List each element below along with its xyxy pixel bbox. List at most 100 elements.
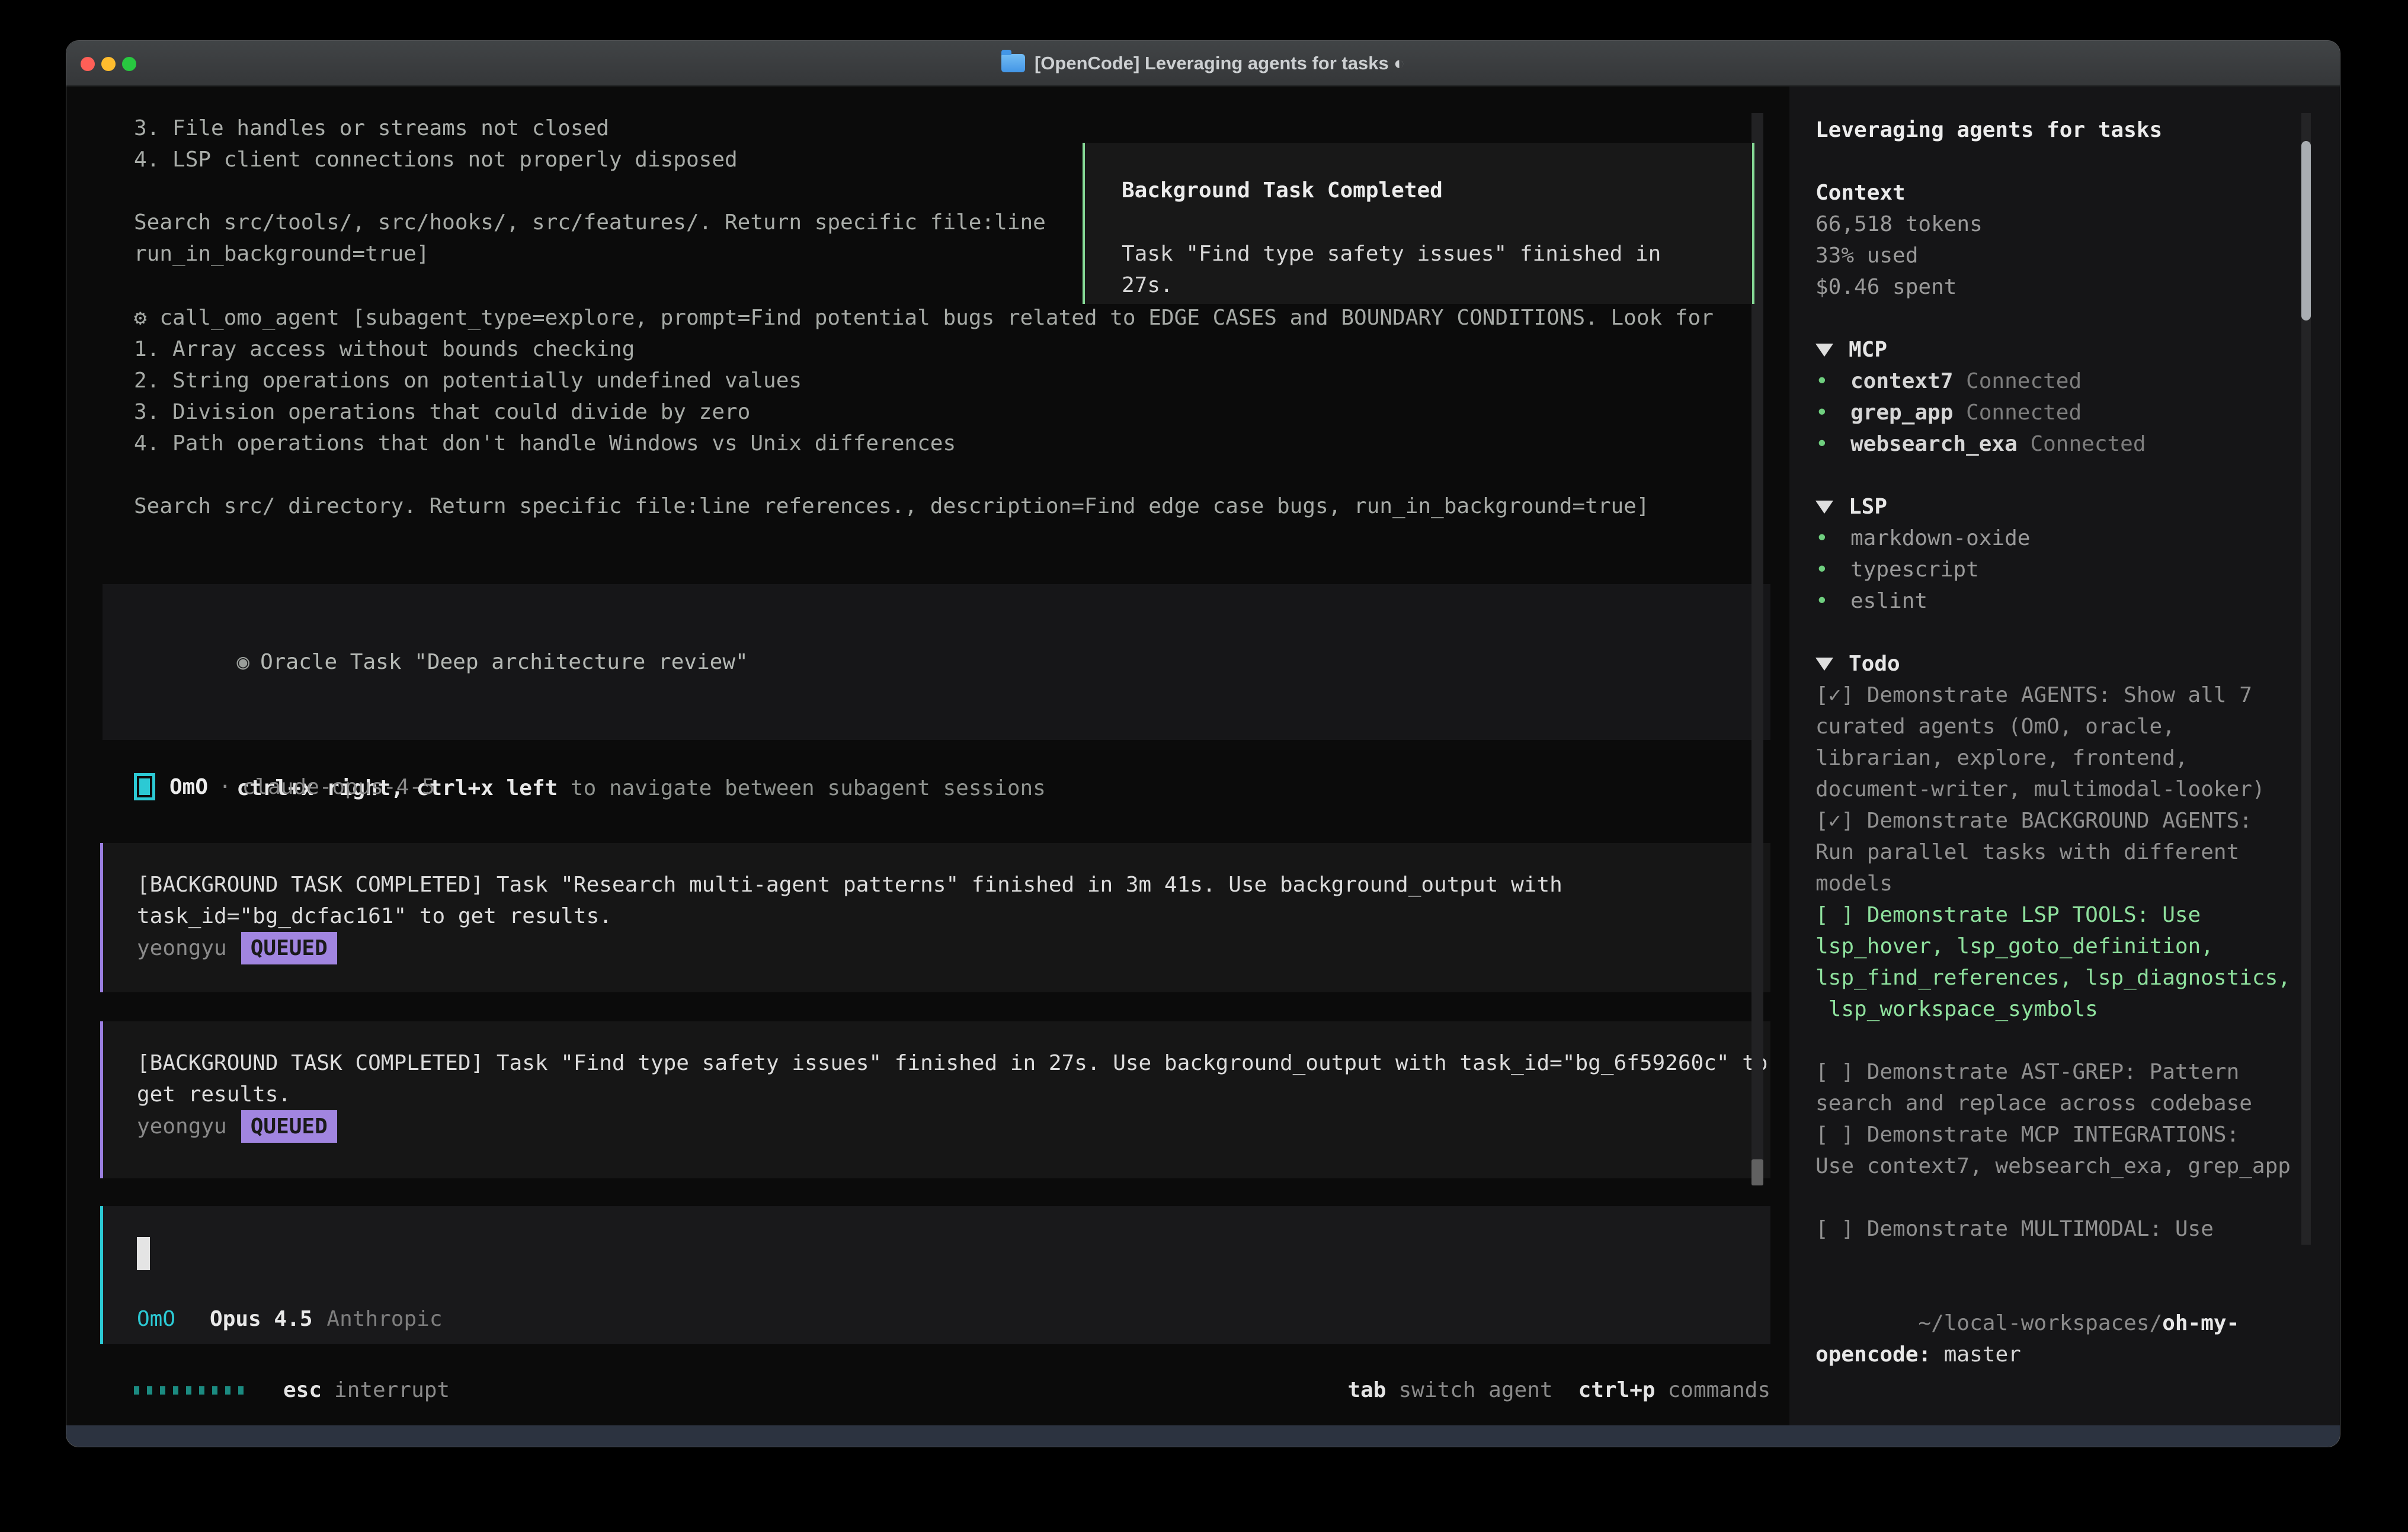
todo-item: [ ] Demonstrate LSP TOOLS: Use lsp_hover… [1815,899,2303,1025]
mcp-section-header: MCP [1815,334,2303,366]
todo-heading: Todo [1849,648,1900,680]
message-user: yeongyu [137,932,227,964]
oracle-task-label: Oracle Task "Deep architecture review" [260,650,748,674]
mcp-name: websearch_exa [1850,432,2018,456]
status-badge: QUEUED [241,932,337,964]
titlebar: [OpenCode] Leveraging agents for tasks ◐ [66,41,2340,86]
status-badge: QUEUED [241,1110,337,1143]
agent-separator: · [219,771,232,803]
todo-item: [ ] Demonstrate MCP INTEGRATIONS: Use co… [1815,1119,2303,1182]
session-sidebar: Leveraging agents for tasks Context 66,5… [1789,86,2340,1425]
window-title: [OpenCode] Leveraging agents for tasks ◐ [1035,53,1405,74]
status-dot-icon: • [1815,366,1850,397]
window-title-group: [OpenCode] Leveraging agents for tasks ◐ [1001,53,1405,74]
todo-item: [✓] Demonstrate BACKGROUND AGENTS: Run p… [1815,805,2303,899]
esc-key-label: interrupt [334,1374,450,1406]
tab-key-hint: tab [1347,1374,1386,1406]
message-text: [BACKGROUND TASK COMPLETED] Task "Resear… [137,869,1773,932]
collapse-triangle-icon [1815,344,1833,357]
lsp-name: typescript [1850,554,1979,585]
lsp-name: markdown-oxide [1850,523,2030,554]
agent-model: claude-opus-4-5 [242,771,435,803]
status-bar: esc interrupt tab switch agent ctrl+p co… [134,1374,1770,1406]
terminal-window: [OpenCode] Leveraging agents for tasks ◐… [66,40,2340,1447]
mcp-item: • context7 Connected [1815,366,2303,397]
status-dot-icon: • [1815,523,1850,554]
todo-item: [ ] Demonstrate AST-GREP: Pattern search… [1815,1056,2303,1119]
lsp-section-header: LSP [1815,491,2303,523]
input-agent-name: OmO [137,1303,175,1335]
oracle-task-title: ◉ Oracle Task "Deep architecture review" [134,615,1770,709]
mcp-status: Connected [1966,369,2082,393]
lsp-section: LSP • markdown-oxide • typescript • esli… [1815,491,2303,617]
hint-rest: to navigate between subagent sessions [558,776,1046,800]
lsp-heading: LSP [1849,491,1887,523]
close-button[interactable] [81,57,95,71]
lsp-item: • markdown-oxide [1815,523,2303,554]
message-user: yeongyu [137,1111,227,1142]
context-tokens: 66,518 tokens [1815,209,2303,240]
workspace-path: ~/local-workspaces/oh-my-opencode: maste… [1815,1276,2303,1402]
input-model-name: Opus 4.5 [210,1303,312,1335]
status-dot-icon: • [1815,397,1850,428]
mcp-status: Connected [2030,432,2146,456]
lsp-name: eslint [1850,585,1927,617]
workspace-path-prefix: ~/local-workspaces/ [1918,1311,2162,1335]
collapse-triangle-icon [1815,658,1833,671]
traffic-lights [81,57,136,71]
spinner-dots-icon [134,1386,251,1395]
workspace-branch: master [1931,1342,2021,1367]
agent-name: OmO [169,771,208,803]
todo-section: Todo [✓] Demonstrate AGENTS: Show all 7 … [1815,648,2303,1245]
esc-key-hint: esc [283,1374,322,1406]
context-section: Context 66,518 tokens 33% used $0.46 spe… [1815,177,2303,303]
mcp-item: • grep_app Connected [1815,397,2303,428]
folder-icon [1001,54,1025,72]
background-task-toast: Background Task Completed Task "Find typ… [1083,143,1754,304]
status-dot-icon: • [1815,428,1850,460]
context-used: 33% used [1815,240,2303,271]
message-meta: yeongyu QUEUED [137,932,1770,964]
tab-key-label: switch agent [1398,1374,1552,1406]
tool-call-text: ⚙ call_omo_agent [subagent_type=explore,… [134,302,1774,522]
status-dot-icon: • [1815,585,1850,617]
mcp-name: grep_app [1850,400,1953,425]
collapse-triangle-icon [1815,501,1833,514]
lsp-item: • typescript [1815,554,2303,585]
status-dot-icon: • [1815,554,1850,585]
context-spent: $0.46 spent [1815,271,2303,303]
zoom-button[interactable] [122,57,136,71]
session-title: Leveraging agents for tasks [1815,114,2303,146]
oracle-task-icon: ◉ [236,650,249,674]
mcp-section: MCP • context7 Connected • grep_app Conn… [1815,334,2303,460]
sidebar-scrollbar-thumb[interactable] [2301,141,2311,320]
input-footer: OmO Opus 4.5 Anthropic [137,1303,443,1335]
lsp-item: • eslint [1815,585,2303,617]
mcp-item: • websearch_exa Connected [1815,428,2303,460]
window-bottom-strip [66,1425,2340,1447]
input-provider-name: Anthropic [326,1303,442,1335]
context-heading: Context [1815,177,2303,209]
agent-session-header: OmO · claude-opus-4-5 [134,765,435,808]
mcp-name: context7 [1850,369,1953,393]
commands-key-hint: ctrl+p [1578,1374,1655,1406]
toast-body: Task "Find type safety issues" finished … [1122,238,1718,301]
todo-section-header: Todo [1815,648,2303,680]
agent-checkbox-icon [134,773,155,800]
text-cursor [137,1237,150,1270]
oracle-task-panel: ◉Oracle Task "Deep architecture review" … [103,584,1770,740]
todo-item: [ ] Demonstrate MULTIMODAL: Use [1815,1213,2303,1245]
commands-key-label: commands [1668,1374,1770,1406]
prompt-input[interactable]: OmO Opus 4.5 Anthropic [100,1206,1770,1344]
minimize-button[interactable] [101,57,116,71]
toast-title: Background Task Completed [1122,175,1718,206]
todo-item: [✓] Demonstrate AGENTS: Show all 7 curat… [1815,680,2303,805]
chat-pane: 3. File handles or streams not closed 4.… [66,86,1789,1425]
mcp-heading: MCP [1849,334,1887,366]
message-block: [BACKGROUND TASK COMPLETED] Task "Resear… [100,843,1770,992]
mcp-status: Connected [1966,400,2082,425]
message-text: [BACKGROUND TASK COMPLETED] Task "Find t… [137,1047,1773,1110]
message-block: [BACKGROUND TASK COMPLETED] Task "Find t… [100,1021,1770,1178]
chat-scrollbar-thumb[interactable] [1751,1159,1763,1185]
message-meta: yeongyu QUEUED [137,1110,1770,1143]
